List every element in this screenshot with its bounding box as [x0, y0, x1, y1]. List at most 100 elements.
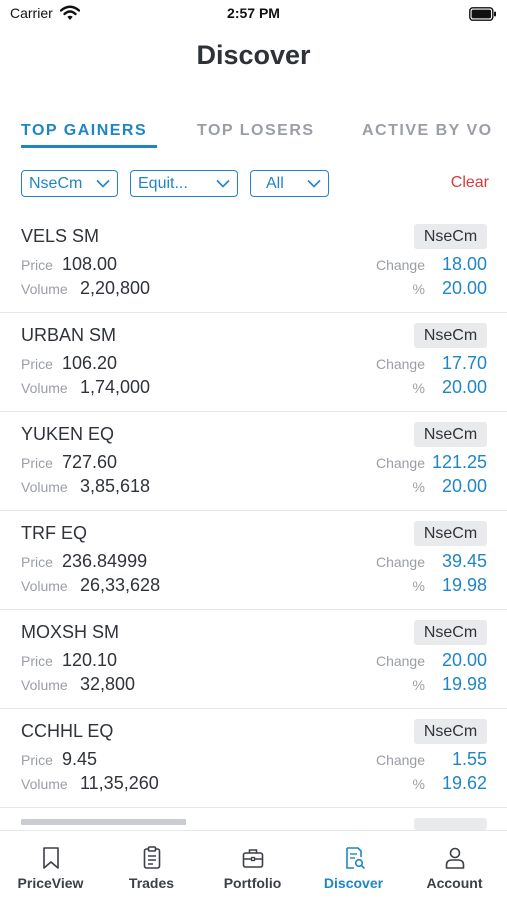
change-label: Change: [375, 554, 425, 570]
tab-top-gainers[interactable]: TOP GAINERS: [21, 122, 147, 140]
stock-row[interactable]: YUKEN EQ Price 727.60 Volume 3,85,618 Ns…: [0, 412, 507, 511]
price-label: Price: [21, 455, 53, 471]
stock-row[interactable]: VELS SM Price 108.00 Volume 2,20,800 Nse…: [0, 214, 507, 313]
filter-bar: NseCm Equit... All Clear: [0, 170, 507, 198]
volume-value: 2,20,800: [80, 278, 151, 298]
price-value: 9.45: [62, 749, 98, 769]
volume-value: 11,35,260: [80, 773, 159, 793]
change-value: 17.70: [441, 353, 487, 373]
exchange-badge: NseCm: [414, 224, 487, 249]
nav-discover[interactable]: Discover: [303, 831, 404, 900]
clear-filters-button[interactable]: Clear: [451, 174, 489, 192]
group-filter-dropdown[interactable]: All: [250, 170, 329, 197]
price-label: Price: [21, 554, 53, 570]
percent-value: 19.98: [441, 674, 487, 694]
person-icon: [445, 847, 465, 869]
clipped-symbol-placeholder: [21, 819, 186, 825]
chevron-down-icon: [96, 179, 110, 188]
clipboard-icon: [143, 846, 161, 869]
exchange-filter-label: NseCm: [29, 174, 83, 192]
price-label: Price: [21, 752, 53, 768]
change-value: 121.25: [431, 452, 487, 472]
price-label: Price: [21, 257, 53, 273]
stock-row[interactable]: URBAN SM Price 106.20 Volume 1,74,000 Ns…: [0, 313, 507, 412]
bottom-tab-bar: PriceView Trades Portfolio Discover Acco…: [0, 830, 507, 900]
exchange-filter-dropdown[interactable]: NseCm: [21, 170, 118, 197]
percent-value: 19.62: [441, 773, 487, 793]
chevron-down-icon: [216, 179, 230, 188]
stock-symbol: YUKEN EQ: [21, 424, 115, 444]
nav-discover-label: Discover: [323, 875, 384, 891]
stock-row[interactable]: MOXSH SM Price 120.10 Volume 32,800 NseC…: [0, 610, 507, 709]
document-search-icon: [346, 847, 365, 869]
change-label: Change: [375, 257, 425, 273]
percent-label: %: [412, 380, 425, 396]
volume-label: Volume: [21, 776, 68, 792]
price-value: 108.00: [62, 254, 118, 274]
stock-symbol: URBAN SM: [21, 325, 117, 345]
nav-portfolio[interactable]: Portfolio: [202, 831, 303, 900]
page-title: Discover: [196, 40, 311, 70]
price-value: 727.60: [62, 452, 118, 472]
nav-account[interactable]: Account: [404, 831, 505, 900]
stock-symbol: MOXSH SM: [21, 622, 120, 642]
clipped-badge-placeholder: [414, 818, 487, 830]
percent-value: 20.00: [441, 278, 487, 298]
tab-active-by-volume[interactable]: ACTIVE BY VO: [362, 122, 493, 140]
price-value: 106.20: [62, 353, 118, 373]
exchange-badge: NseCm: [414, 323, 487, 348]
percent-value: 20.00: [441, 476, 487, 496]
percent-label: %: [412, 479, 425, 495]
active-tab-indicator: [21, 145, 157, 148]
nav-account-label: Account: [426, 875, 483, 891]
volume-value: 1,74,000: [80, 377, 151, 397]
volume-value: 26,33,628: [80, 575, 161, 595]
stock-row-partial[interactable]: [0, 808, 507, 830]
change-value: 18.00: [441, 254, 487, 274]
change-value: 39.45: [441, 551, 487, 571]
nav-trades-label: Trades: [128, 875, 175, 891]
price-value: 236.84999: [62, 551, 148, 571]
stock-symbol: VELS SM: [21, 226, 100, 246]
stock-row[interactable]: CCHHL EQ Price 9.45 Volume 11,35,260 Nse…: [0, 709, 507, 808]
price-value: 120.10: [62, 650, 118, 670]
volume-label: Volume: [21, 578, 68, 594]
exchange-badge: NseCm: [414, 620, 487, 645]
group-filter-label: All: [266, 174, 284, 192]
battery-icon: [469, 7, 496, 21]
volume-label: Volume: [21, 479, 68, 495]
change-label: Change: [375, 653, 425, 669]
chevron-down-icon: [307, 179, 321, 188]
change-value: 1.55: [451, 749, 487, 769]
percent-label: %: [412, 578, 425, 594]
change-label: Change: [375, 356, 425, 372]
exchange-badge: NseCm: [414, 422, 487, 447]
percent-value: 20.00: [441, 377, 487, 397]
exchange-badge: NseCm: [414, 521, 487, 546]
volume-value: 3,85,618: [80, 476, 151, 496]
price-label: Price: [21, 653, 53, 669]
change-label: Change: [375, 455, 425, 471]
bookmark-icon: [43, 847, 59, 869]
nav-trades[interactable]: Trades: [101, 831, 202, 900]
price-label: Price: [21, 356, 53, 372]
stock-symbol: TRF EQ: [21, 523, 87, 543]
tab-strip: TOP GAINERS TOP LOSERS ACTIVE BY VO: [0, 116, 507, 148]
change-value: 20.00: [441, 650, 487, 670]
volume-label: Volume: [21, 677, 68, 693]
change-label: Change: [375, 752, 425, 768]
segment-filter-label: Equit...: [138, 174, 188, 192]
volume-value: 32,800: [80, 674, 136, 694]
nav-priceview-label: PriceView: [17, 875, 84, 891]
volume-label: Volume: [21, 281, 68, 297]
tab-top-losers[interactable]: TOP LOSERS: [197, 122, 315, 140]
percent-label: %: [412, 776, 425, 792]
stock-row[interactable]: TRF EQ Price 236.84999 Volume 26,33,628 …: [0, 511, 507, 610]
status-bar: Carrier 2:57 PM: [0, 0, 507, 28]
nav-portfolio-label: Portfolio: [223, 875, 282, 891]
percent-value: 19.98: [441, 575, 487, 595]
nav-priceview[interactable]: PriceView: [0, 831, 101, 900]
exchange-badge: NseCm: [414, 719, 487, 744]
segment-filter-dropdown[interactable]: Equit...: [130, 170, 238, 197]
volume-label: Volume: [21, 380, 68, 396]
